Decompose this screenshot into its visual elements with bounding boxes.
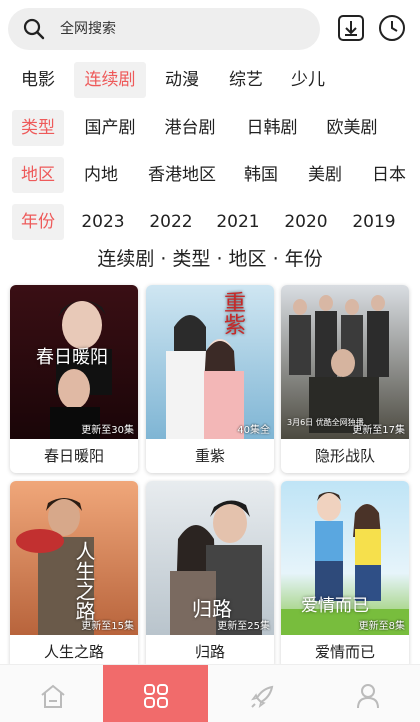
episode-badge: 更新至30集 [81,425,134,436]
show-card[interactable]: 春日暖阳 更新至30集 春日暖阳 [10,285,138,473]
poster-image: 重紫 40集全 [146,285,274,439]
filter-option[interactable]: 2023 [78,204,128,240]
show-card[interactable]: 爱情而已 更新至8集 爱情而已 [281,481,409,669]
rocket-icon [251,685,274,708]
filter-label-region[interactable]: 地区 [12,157,64,193]
filter-label-year[interactable]: 年份 [12,204,64,240]
nav-profile[interactable] [315,665,420,722]
filter-label-type[interactable]: 类型 [12,110,64,146]
filter-row-region: 地区 内地 香港地区 韩国 美剧 日本 [0,157,420,193]
episode-badge: 40集全 [237,425,270,436]
show-card[interactable]: 人生之路 更新至15集 人生之路 [10,481,138,669]
nav-category[interactable] [103,665,208,722]
filter-summary: 连续剧 · 类型 · 地区 · 年份 [97,248,323,270]
filter-option[interactable]: 香港地区 [142,157,222,193]
filter-option[interactable]: 韩国 [238,157,284,193]
show-title: 春日暖阳 [43,447,104,465]
episode-badge: 更新至8集 [358,621,405,632]
filter-row-year: 年份 2023 2022 2021 2020 2019 [0,204,420,240]
filter-option[interactable]: 日本 [366,157,412,193]
channel-tab-series[interactable]: 连续剧 [74,62,146,98]
poster-image: 3月6日 优酷全网独播 更新至17集 [281,285,409,439]
search-placeholder: 全网搜索 [60,21,116,37]
poster-title-text: 爱情而已 [301,596,369,616]
filter-option[interactable]: 2020 [281,204,331,240]
history-clock-icon[interactable] [377,13,407,43]
filter-option[interactable]: 2021 [213,204,263,240]
poster-image: 春日暖阳 更新至30集 [10,285,138,439]
channel-tabs: 电影 连续剧 动漫 综艺 少儿 [0,62,420,98]
show-card[interactable]: 3月6日 优酷全网独播 更新至17集 隐形战队 [281,285,409,473]
poster-title-text: 人生之路 [72,541,96,621]
filter-row-type: 类型 国产剧 港台剧 日韩剧 欧美剧 [0,110,420,146]
filter-option[interactable]: 欧美剧 [320,110,384,146]
home-icon [41,684,65,708]
top-bar: 全网搜索 [0,0,420,58]
show-card[interactable]: 归路 更新至25集 归路 [146,481,274,669]
nav-discover[interactable] [210,665,315,722]
filter-option[interactable]: 内地 [78,157,124,193]
episode-badge: 更新至25集 [217,621,270,632]
nav-home[interactable] [0,665,105,722]
filter-option[interactable]: 美剧 [302,157,348,193]
channel-tab-anime[interactable]: 动漫 [154,62,210,98]
channel-tab-movie[interactable]: 电影 [12,62,64,98]
show-title: 隐形战队 [314,447,375,465]
episode-badge: 更新至15集 [81,621,134,632]
filter-option[interactable]: 2019 [349,204,399,240]
profile-icon [357,684,379,709]
search-icon [22,17,46,41]
download-icon[interactable] [336,13,366,43]
poster-image: 爱情而已 更新至8集 [281,481,409,635]
filter-option[interactable]: 2022 [146,204,196,240]
channel-tab-variety[interactable]: 综艺 [218,62,274,98]
channel-tab-kids[interactable]: 少儿 [280,62,336,98]
filter-option[interactable]: 港台剧 [158,110,222,146]
poster-title-text: 重紫 [220,291,245,335]
filter-option[interactable]: 日韩剧 [240,110,304,146]
search-bar[interactable]: 全网搜索 [8,8,320,50]
show-card[interactable]: 重紫 40集全 重紫 [146,285,274,473]
show-title: 重紫 [194,447,225,465]
poster-image: 归路 更新至25集 [146,481,274,635]
bottom-navigation [0,664,420,722]
poster-title-text: 春日暖阳 [36,347,108,368]
poster-image: 人生之路 更新至15集 [10,481,138,635]
episode-badge: 更新至17集 [352,425,405,436]
category-grid-icon [144,684,168,708]
filter-option[interactable]: 国产剧 [78,110,142,146]
